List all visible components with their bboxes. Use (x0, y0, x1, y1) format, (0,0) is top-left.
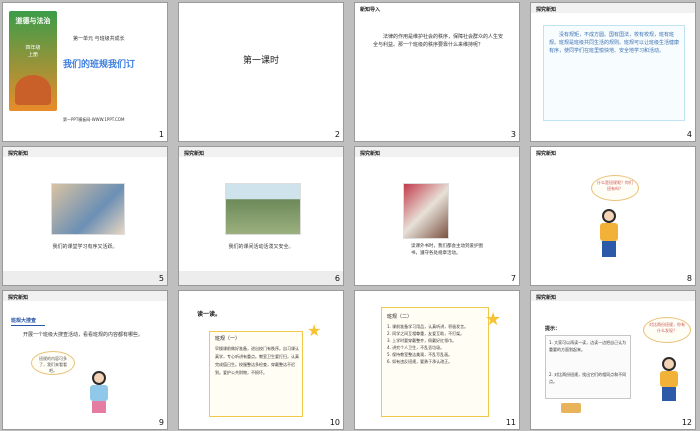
slide-text: 法律的作用是维护社会的秩序，保障社会群众的人生安全与利益。那一个班级的秩序要靠什… (373, 34, 504, 48)
slide-thumbnail-11[interactable]: 班规（二） 1. 课前准备学习用品，认真听讲，积极发言。 2. 同学之间互相尊重… (354, 290, 520, 430)
slide-heading: 读一读。 (197, 311, 222, 318)
photo-caption: 我们的课堂学习有序又活跃。 (52, 244, 118, 250)
slide-thumbnail-6[interactable]: 探究新知 我们的课间活动活泼又安全。 6 (178, 146, 344, 286)
reading-photo (403, 183, 449, 239)
rule-item: 2. 同学之间互相尊重，友爱互助，不打架。 (387, 331, 465, 336)
slide-number: 9 (158, 418, 164, 427)
speech-bubble: 对比两份班规，你有什么发现？ (643, 317, 691, 343)
rule-item: 4. 讲究个人卫生，不乱丢垃圾。 (387, 345, 445, 350)
photo-caption: 我们的课间活动活泼又安全。 (228, 244, 294, 250)
student-cartoon (599, 209, 619, 261)
slide-number: 2 (334, 130, 340, 139)
lesson-title: 我们的班规我们订 (63, 60, 136, 70)
section-tag: 探究新知 (8, 295, 29, 301)
book-cover: 道德与法治 四年级 上册 (9, 11, 57, 111)
book-title: 道德与法治 (15, 17, 51, 25)
rules-list: 1. 课前准备学习用品，认真听讲，积极发言。 2. 同学之间互相尊重，友爱互助，… (387, 323, 485, 365)
section-tag: 新知导入 (360, 7, 381, 13)
section-tag: 探究新知 (184, 151, 205, 157)
slide-thumbnail-8[interactable]: 探究新知 什么是班规呢？你们班有吗？ 8 (530, 146, 696, 286)
classroom-photo (51, 183, 125, 235)
slide-thumbnail-7[interactable]: 探究新知 读课外书时，我们都会主动到爱护图书，遵守各处规章活动。 7 (354, 146, 520, 286)
slide-thumbnail-9[interactable]: 探究新知 班规大搜查 开展一个班级大搜查活动，看看班规的内容都有哪些。 班规的内… (2, 290, 168, 430)
book-volume: 上册 (27, 52, 38, 58)
slide-thumbnail-2[interactable]: 第一课时 2 (178, 2, 344, 142)
rule-item: 5. 保持教室整洁美观，不乱写乱画。 (387, 352, 453, 357)
heading-underline (11, 325, 45, 326)
star-icon: ★ (307, 321, 322, 340)
tip-item: 1. 大家可以再读一读，边读一边把自己认为重要的方面划起来。 (549, 340, 627, 352)
speech-bubble: 什么是班规呢？你们班有吗？ (591, 175, 639, 201)
star-icon: ★ (485, 309, 502, 330)
section-tag: 探究新知 (360, 151, 381, 157)
slide-thumbnail-5[interactable]: 探究新知 我们的课堂学习有序又活跃。 5 (2, 146, 168, 286)
slide-thumbnail-1[interactable]: 道德与法治 四年级 上册 第一单元 与班级共成长 我们的班规我们订 第一PPT模… (2, 2, 168, 142)
tip-item: 2. 对比两份班规，找出它们的相同点和不同点。 (549, 372, 627, 384)
slide-thumbnail-12[interactable]: 探究新知 提示： 1. 大家可以再读一读，边读一边把自己认为重要的方面划起来。 … (530, 290, 696, 430)
slide-number: 10 (329, 418, 340, 427)
slide-text: 开展一个班级大搜查活动，看看班规的内容都有哪些。 (23, 332, 144, 338)
slide-number: 11 (505, 418, 516, 427)
template-footer: 第一PPT模板网-WWW.1PPT.COM (63, 117, 125, 122)
student-cartoon (659, 357, 679, 407)
slide-title: 第一课时 (242, 56, 279, 66)
slide-text: 没有规矩，不成方圆。国有国法，校有校规，班有班规。班规是班级共同生活的规则。班规… (549, 32, 680, 54)
slide-number: 5 (158, 274, 164, 283)
bottom-bar (3, 271, 167, 285)
slide-number: 12 (681, 418, 692, 427)
tip-title: 提示： (545, 326, 561, 332)
slide-number: 3 (510, 130, 516, 139)
slide-thumbnail-3[interactable]: 新知导入 法律的作用是维护社会的秩序，保障社会群众的人生安全与利益。那一个班级的… (354, 2, 520, 142)
box-title: 班规（一） (215, 336, 241, 342)
unit-label: 第一单元 与班级共成长 (73, 36, 125, 42)
section-tag: 探究新知 (536, 295, 557, 301)
section-tag: 探究新知 (536, 151, 557, 157)
section-tag: 探究新知 (8, 151, 29, 157)
slide-number: 7 (510, 274, 516, 283)
speech-bubble: 班规的内容可多了，我们来看看吧。 (31, 351, 75, 375)
bottom-bar (179, 271, 343, 285)
rule-item: 3. 上学时要穿戴整齐，佩戴好红领巾。 (387, 338, 457, 343)
activity-heading: 班规大搜查 (11, 318, 37, 324)
slide-thumbnail-4[interactable]: 探究新知 没有规矩，不成方圆。国有国法，校有校规，班有班规。班规是班级共同生活的… (530, 2, 696, 142)
slide-grid: 道德与法治 四年级 上册 第一单元 与班级共成长 我们的班规我们订 第一PPT模… (2, 2, 698, 430)
box-title: 班规（二） (387, 314, 413, 320)
student-cartoon (89, 371, 109, 421)
photo-caption: 读课外书时，我们都会主动到爱护图书，遵守各处规章活动。 (411, 244, 483, 256)
book-icon (561, 403, 581, 413)
slide-number: 8 (686, 274, 692, 283)
playground-photo (225, 183, 301, 235)
slide-thumbnail-10[interactable]: 读一读。 班规（一） 早操课前做好准备，进出校门有秩序。自习课认真学，专心听讲有… (178, 290, 344, 430)
rule-item: 1. 课前准备学习用品，认真听讲，积极发言。 (387, 324, 469, 329)
box-text: 早操课前做好准备，进出校门有秩序。自习课认真学，专心听讲有重点。教室卫生要打扫，… (215, 346, 299, 375)
rule-item: 6. 如有违反班规，要勇于承认改正。 (387, 359, 453, 364)
slide-number: 6 (334, 274, 340, 283)
section-tag: 探究新知 (536, 7, 557, 13)
slide-number: 4 (686, 130, 692, 139)
book-illustration (15, 75, 51, 105)
slide-number: 1 (158, 130, 164, 139)
book-grade: 四年级 (25, 45, 41, 51)
